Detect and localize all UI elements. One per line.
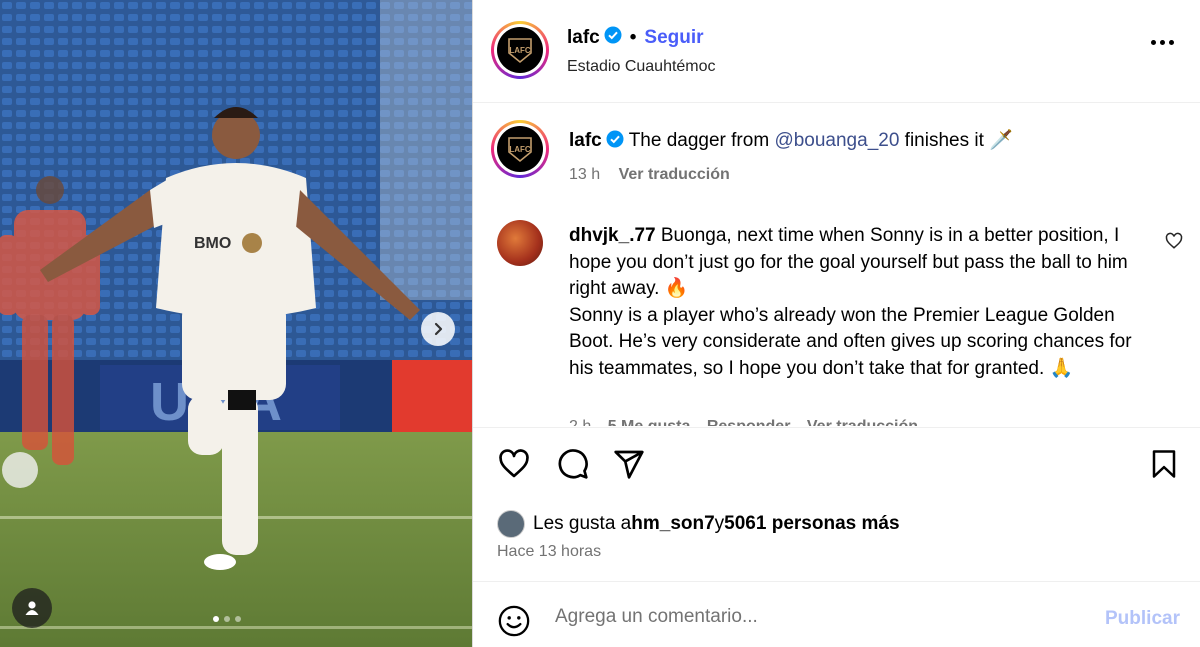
user-icon: [25, 601, 39, 615]
smiley-icon: [498, 605, 530, 637]
more-options-button[interactable]: [1151, 40, 1174, 45]
instagram-post: U RA: [0, 0, 1200, 647]
comment-bubble-icon: [558, 449, 588, 479]
post-photo: U RA: [0, 0, 472, 647]
carousel-dot: [213, 616, 219, 622]
emoji-picker-button[interactable]: [497, 604, 531, 643]
like-button[interactable]: [497, 448, 531, 485]
post-location[interactable]: Estadio Cuauhtémoc: [567, 58, 716, 76]
caption-username[interactable]: lafc: [569, 130, 602, 151]
tagged-users-button[interactable]: [12, 588, 52, 628]
likes-prefix: Les gusta a: [533, 513, 632, 534]
caption-text: The dagger from: [628, 130, 775, 151]
comment-like-button[interactable]: [1165, 232, 1183, 255]
likes-count[interactable]: 5061 personas más: [724, 513, 899, 535]
post-actions: Les gusta a hm_son7 y 5061 personas más …: [473, 427, 1200, 581]
comment-reply-button[interactable]: Responder: [707, 418, 791, 426]
caption-meta: 13 h Ver traducción: [569, 166, 730, 184]
caption-author-avatar[interactable]: LAFC: [491, 120, 549, 178]
author-username[interactable]: lafc: [567, 27, 600, 49]
comment-meta: 2 h 5 Me gusta Responder Ver traducción: [569, 418, 918, 426]
caption-time: 13 h: [569, 166, 601, 183]
likes-middle: y: [714, 513, 725, 534]
caption-mention-link[interactable]: @bouanga_20: [774, 130, 899, 151]
post-timestamp[interactable]: Hace 13 horas: [497, 543, 601, 561]
svg-text:LAFC: LAFC: [509, 145, 531, 154]
heart-icon: [1165, 232, 1183, 249]
paper-plane-icon: [614, 450, 644, 479]
more-options-icon: [1151, 40, 1156, 45]
carousel-dot: [224, 616, 230, 622]
publish-button[interactable]: Publicar: [1105, 608, 1180, 630]
commenter-username[interactable]: dhvjk_.77: [569, 225, 656, 246]
follow-button[interactable]: Seguir: [644, 27, 703, 49]
svg-text:LAFC: LAFC: [509, 46, 531, 55]
comment-likes[interactable]: 5 Me gusta: [608, 418, 691, 426]
commenter-avatar[interactable]: [497, 220, 543, 266]
comment-text-2: Sonny is a player who’s already won the …: [569, 304, 1132, 379]
separator-dot: •: [629, 27, 637, 48]
chevron-right-icon: [434, 322, 443, 336]
lafc-logo-icon: LAFC: [497, 126, 543, 172]
comments-section[interactable]: LAFC lafc The dagger from @bouanga_20 fi…: [473, 104, 1200, 426]
share-button[interactable]: [613, 448, 645, 485]
comment-body: dhvjk_.77 Buonga, next time when Sonny i…: [569, 223, 1159, 382]
verified-badge-icon: [604, 26, 622, 50]
heart-icon: [499, 449, 529, 478]
comment-composer: Publicar: [473, 581, 1200, 647]
post-panel: LAFC lafc • Seguir Estadio Cuauhtémoc LA…: [472, 0, 1200, 647]
comment-translate-link[interactable]: Ver traducción: [807, 418, 918, 426]
post-header: LAFC lafc • Seguir Estadio Cuauhtémoc: [473, 0, 1200, 103]
likes-summary: Les gusta a hm_son7 y 5061 personas más: [497, 510, 900, 538]
bookmark-icon: [1152, 450, 1176, 478]
post-media[interactable]: U RA: [0, 0, 472, 647]
caption-translate-link[interactable]: Ver traducción: [619, 166, 730, 183]
lafc-logo-icon: LAFC: [497, 27, 543, 73]
comment-time: 2 h: [569, 418, 591, 426]
caption-text-end: finishes it 🗡️: [899, 130, 1013, 151]
save-button[interactable]: [1149, 448, 1179, 485]
comment-input[interactable]: [555, 602, 1075, 632]
comment-button[interactable]: [557, 448, 589, 485]
carousel-dot: [235, 616, 241, 622]
svg-text:BMO: BMO: [194, 235, 231, 252]
author-avatar[interactable]: LAFC: [491, 21, 549, 79]
post-caption: lafc The dagger from @bouanga_20 finishe…: [569, 129, 1169, 155]
carousel-next-button[interactable]: [421, 312, 455, 346]
liker-avatar[interactable]: [497, 510, 525, 538]
carousel-indicator: [213, 616, 241, 622]
liker-username[interactable]: hm_son7: [631, 513, 714, 535]
verified-badge-icon: [606, 130, 624, 155]
